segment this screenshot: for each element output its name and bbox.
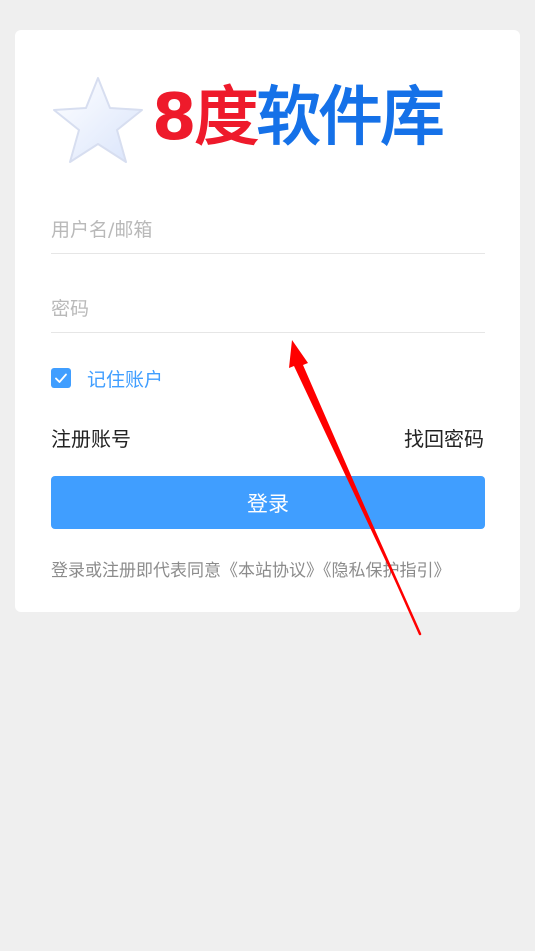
site-logo: 8度软件库 — [50, 70, 470, 170]
logo-blue-text: 软件库 — [256, 81, 445, 155]
password-input[interactable] — [51, 285, 485, 332]
username-field-wrapper — [51, 206, 485, 254]
terms-link[interactable]: 《本站协议》 — [221, 561, 323, 581]
logo-red-text: 度 — [194, 81, 259, 155]
remember-account-toggle[interactable]: 记住账户 — [51, 366, 164, 391]
password-field-wrapper — [51, 285, 485, 333]
agreement-text: 登录或注册即代表同意《本站协议》《隐私保护指引》 — [51, 556, 451, 581]
logo-text: 8度软件库 — [152, 78, 445, 158]
login-card: 8度软件库 记住账户 注册账号 找回密码 登录 登录或注册即代表同意《本站协议》… — [15, 30, 520, 612]
forgot-password-link[interactable]: 找回密码 — [404, 423, 484, 452]
register-link[interactable]: 注册账号 — [51, 423, 131, 452]
remember-label: 记住账户 — [87, 368, 164, 391]
checkmark-icon — [55, 373, 67, 383]
agreement-prefix: 登录或注册即代表同意 — [51, 561, 221, 581]
privacy-link[interactable]: 《隐私保护指引》 — [323, 561, 451, 581]
star-icon — [53, 77, 143, 163]
username-input[interactable] — [51, 206, 485, 253]
logo-number: 8 — [152, 81, 197, 155]
login-button[interactable]: 登录 — [51, 476, 485, 529]
remember-checkbox[interactable] — [51, 368, 71, 388]
